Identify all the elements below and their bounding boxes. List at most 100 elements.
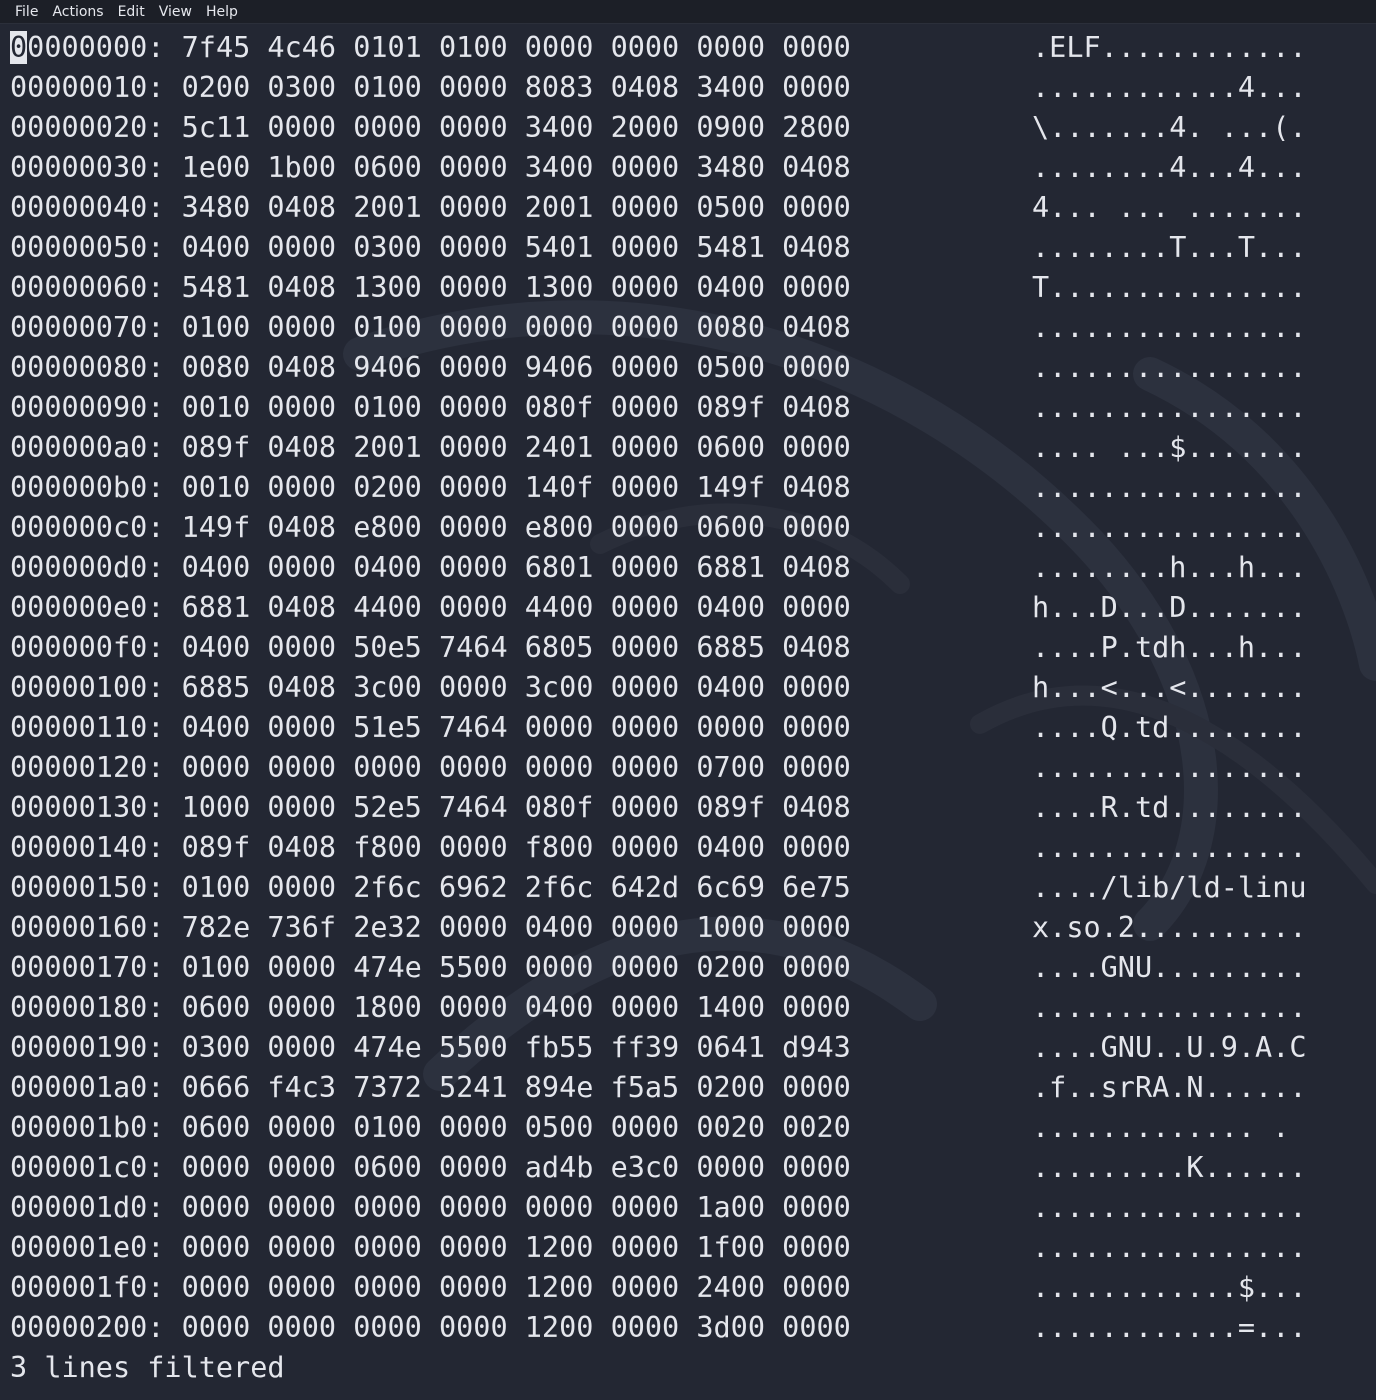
hex-line: 000001f0: 0000 0000 0000 0000 1200 0000 … — [10, 1268, 1370, 1308]
hex-bytes: 0080 0408 9406 0000 9406 0000 0500 0000 — [181, 351, 851, 384]
ascii-column: 4... ... ....... — [1032, 191, 1307, 224]
hex-line: 000001e0: 0000 0000 0000 0000 1200 0000 … — [10, 1228, 1370, 1268]
hex-line: 000001c0: 0000 0000 0600 0000 ad4b e3c0 … — [10, 1148, 1370, 1188]
hex-bytes: 7f45 4c46 0101 0100 0000 0000 0000 0000 — [181, 31, 851, 64]
ascii-column: ..../lib/ld-linu — [1032, 871, 1307, 904]
ascii-column: ............$... — [1032, 1271, 1307, 1304]
hex-line: 00000030: 1e00 1b00 0600 0000 3400 0000 … — [10, 148, 1370, 188]
hex-line: 00000070: 0100 0000 0100 0000 0000 0000 … — [10, 308, 1370, 348]
hex-line: 000000c0: 149f 0408 e800 0000 e800 0000 … — [10, 508, 1370, 548]
menubar: File Actions Edit View Help — [0, 0, 1376, 24]
ascii-column: ............=... — [1032, 1311, 1307, 1344]
ascii-column: .... ...$....... — [1032, 431, 1307, 464]
hex-bytes: 5481 0408 1300 0000 1300 0000 0400 0000 — [181, 271, 851, 304]
hex-bytes: 0400 0000 51e5 7464 0000 0000 0000 0000 — [181, 711, 851, 744]
ascii-column: h...<...<....... — [1032, 671, 1307, 704]
offset-rest: 0000000: — [27, 31, 165, 64]
hex-bytes: 0200 0300 0100 0000 8083 0408 3400 0000 — [181, 71, 851, 104]
hex-line: 00000050: 0400 0000 0300 0000 5401 0000 … — [10, 228, 1370, 268]
ascii-column: ................ — [1032, 511, 1307, 544]
line-offset: 000001b0: — [10, 1111, 165, 1144]
hex-bytes: 1e00 1b00 0600 0000 3400 0000 3480 0408 — [181, 151, 851, 184]
hex-line: 00000040: 3480 0408 2001 0000 2001 0000 … — [10, 188, 1370, 228]
hex-bytes: 0400 0000 0300 0000 5401 0000 5481 0408 — [181, 231, 851, 264]
hex-line: 00000140: 089f 0408 f800 0000 f800 0000 … — [10, 828, 1370, 868]
status-line: 3 lines filtered — [10, 1351, 285, 1384]
hex-line: 00000150: 0100 0000 2f6c 6962 2f6c 642d … — [10, 868, 1370, 908]
ascii-column: ................ — [1032, 1231, 1307, 1264]
menu-actions[interactable]: Actions — [45, 0, 110, 24]
line-offset: 00000050: — [10, 231, 165, 264]
ascii-column: ................ — [1032, 991, 1307, 1024]
hex-bytes: 0000 0000 0000 0000 1200 0000 1f00 0000 — [181, 1231, 851, 1264]
hex-line: 00000000: 7f45 4c46 0101 0100 0000 0000 … — [10, 28, 1370, 68]
ascii-column: ................ — [1032, 471, 1307, 504]
hex-line: 00000170: 0100 0000 474e 5500 0000 0000 … — [10, 948, 1370, 988]
menu-edit[interactable]: Edit — [111, 0, 152, 24]
ascii-column: ................ — [1032, 391, 1307, 424]
hex-line: 00000010: 0200 0300 0100 0000 8083 0408 … — [10, 68, 1370, 108]
hex-bytes: 089f 0408 2001 0000 2401 0000 0600 0000 — [181, 431, 851, 464]
line-offset: 00000120: — [10, 751, 165, 784]
line-offset: 00000030: — [10, 151, 165, 184]
line-offset: 00000100: — [10, 671, 165, 704]
menu-file[interactable]: File — [8, 0, 45, 24]
line-offset: 00000180: — [10, 991, 165, 1024]
hex-bytes: 0600 0000 1800 0000 0400 0000 1400 0000 — [181, 991, 851, 1024]
hex-bytes: 0100 0000 0100 0000 0000 0000 0080 0408 — [181, 311, 851, 344]
line-offset: 00000110: — [10, 711, 165, 744]
ascii-column: .........K...... — [1032, 1151, 1307, 1184]
ascii-column: ....R.td........ — [1032, 791, 1307, 824]
hex-bytes: 0000 0000 0600 0000 ad4b e3c0 0000 0000 — [181, 1151, 851, 1184]
line-offset: 00000070: — [10, 311, 165, 344]
line-offset: 00000090: — [10, 391, 165, 424]
hex-bytes: 0100 0000 2f6c 6962 2f6c 642d 6c69 6e75 — [181, 871, 851, 904]
hex-bytes: 6881 0408 4400 0000 4400 0000 0400 0000 — [181, 591, 851, 624]
hex-bytes: 0400 0000 0400 0000 6801 0000 6881 0408 — [181, 551, 851, 584]
hex-bytes: 149f 0408 e800 0000 e800 0000 0600 0000 — [181, 511, 851, 544]
hex-bytes: 1000 0000 52e5 7464 080f 0000 089f 0408 — [181, 791, 851, 824]
ascii-column: ........4...4... — [1032, 151, 1307, 184]
line-offset: 00000200: — [10, 1311, 165, 1344]
hex-line: 000000b0: 0010 0000 0200 0000 140f 0000 … — [10, 468, 1370, 508]
hex-line: 00000180: 0600 0000 1800 0000 0400 0000 … — [10, 988, 1370, 1028]
hex-bytes: 0000 0000 0000 0000 0000 0000 1a00 0000 — [181, 1191, 851, 1224]
terminal-viewport[interactable]: 00000000: 7f45 4c46 0101 0100 0000 0000 … — [0, 24, 1376, 1400]
hex-bytes: 3480 0408 2001 0000 2001 0000 0500 0000 — [181, 191, 851, 224]
line-offset: 00000040: — [10, 191, 165, 224]
hex-line: 00000060: 5481 0408 1300 0000 1300 0000 … — [10, 268, 1370, 308]
line-offset: 000001c0: — [10, 1151, 165, 1184]
hex-bytes: 089f 0408 f800 0000 f800 0000 0400 0000 — [181, 831, 851, 864]
line-offset: 000001a0: — [10, 1071, 165, 1104]
ascii-column: \.......4. ...(. — [1032, 111, 1307, 144]
ascii-column: T............... — [1032, 271, 1307, 304]
ascii-column: ................ — [1032, 1191, 1307, 1224]
hex-line: 000001d0: 0000 0000 0000 0000 0000 0000 … — [10, 1188, 1370, 1228]
menu-help[interactable]: Help — [199, 0, 245, 24]
hex-bytes: 0010 0000 0200 0000 140f 0000 149f 0408 — [181, 471, 851, 504]
hex-line: 000000d0: 0400 0000 0400 0000 6801 0000 … — [10, 548, 1370, 588]
hex-line: 000001b0: 0600 0000 0100 0000 0500 0000 … — [10, 1108, 1370, 1148]
hex-line: 00000120: 0000 0000 0000 0000 0000 0000 … — [10, 748, 1370, 788]
hex-bytes: 0000 0000 0000 0000 1200 0000 3d00 0000 — [181, 1311, 851, 1344]
line-offset: 000001f0: — [10, 1271, 165, 1304]
hex-bytes: 0100 0000 474e 5500 0000 0000 0200 0000 — [181, 951, 851, 984]
hex-line: 000000f0: 0400 0000 50e5 7464 6805 0000 … — [10, 628, 1370, 668]
ascii-column: ................ — [1032, 311, 1307, 344]
line-offset: 000000c0: — [10, 511, 165, 544]
hex-bytes: 6885 0408 3c00 0000 3c00 0000 0400 0000 — [181, 671, 851, 704]
hex-bytes: 0400 0000 50e5 7464 6805 0000 6885 0408 — [181, 631, 851, 664]
menu-view[interactable]: View — [152, 0, 199, 24]
ascii-column: ....GNU......... — [1032, 951, 1307, 984]
hex-line: 000000a0: 089f 0408 2001 0000 2401 0000 … — [10, 428, 1370, 468]
ascii-column: ............4... — [1032, 71, 1307, 104]
line-offset: 00000130: — [10, 791, 165, 824]
hex-line: 00000080: 0080 0408 9406 0000 9406 0000 … — [10, 348, 1370, 388]
hex-line: 00000160: 782e 736f 2e32 0000 0400 0000 … — [10, 908, 1370, 948]
hex-line: 000001a0: 0666 f4c3 7372 5241 894e f5a5 … — [10, 1068, 1370, 1108]
text-cursor: 0 — [10, 31, 28, 64]
hex-bytes: 0000 0000 0000 0000 1200 0000 2400 0000 — [181, 1271, 851, 1304]
ascii-column: ....P.tdh...h... — [1032, 631, 1307, 664]
hex-bytes: 5c11 0000 0000 0000 3400 2000 0900 2800 — [181, 111, 851, 144]
hex-bytes: 782e 736f 2e32 0000 0400 0000 1000 0000 — [181, 911, 851, 944]
